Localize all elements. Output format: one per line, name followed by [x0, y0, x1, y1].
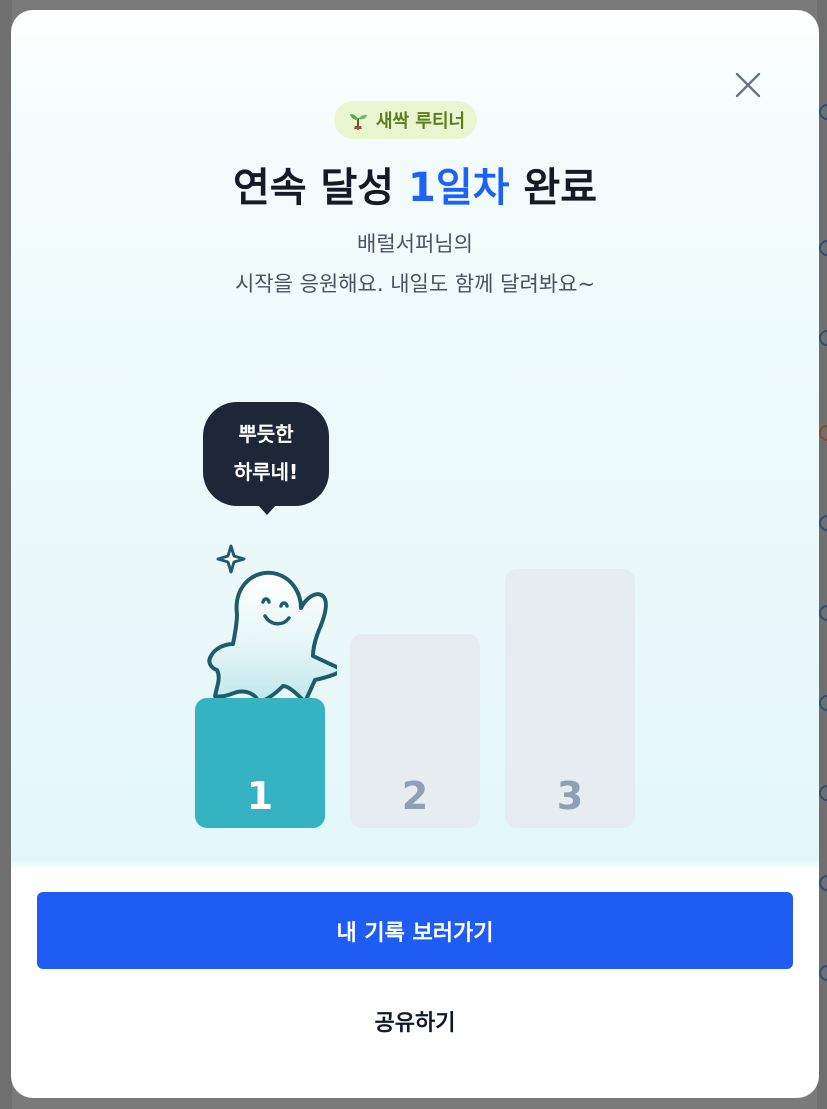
podium-label: 1: [246, 774, 274, 818]
background-indicator: [819, 330, 827, 346]
speech-bubble-line: 하루네!: [233, 460, 299, 484]
podium-bar-day-2: 2: [350, 634, 480, 828]
podium-bar-day-1: 1: [195, 698, 325, 828]
subtitle-line: 배럴서퍼님의: [357, 232, 473, 256]
background-indicator: [819, 605, 827, 621]
background-indicator: [819, 785, 827, 801]
background-indicator: [819, 240, 827, 256]
close-icon: [735, 72, 761, 98]
background-indicator: [819, 425, 827, 441]
ghost-mascot-icon: [207, 544, 337, 704]
podium-label: 2: [401, 774, 429, 818]
title-suffix: 완료: [509, 165, 598, 211]
podium-bar-day-3: 3: [505, 569, 635, 828]
background-indicator: [819, 515, 827, 531]
sprout-icon: [350, 114, 367, 130]
background-indicator: [819, 875, 827, 891]
share-button[interactable]: 공유하기: [315, 995, 515, 1047]
modal-subtitle: 배럴서퍼님의 시작을 응원해요. 내일도 함께 달려봐요~: [11, 224, 819, 304]
modal-title: 연속 달성 1일차 완료: [11, 155, 819, 213]
background-indicator: [819, 104, 827, 120]
view-my-records-button[interactable]: 내 기록 보러가기: [37, 892, 793, 969]
speech-bubble-tail: [257, 504, 277, 515]
speech-bubble-line: 뿌듯한: [238, 422, 294, 446]
subtitle-line: 시작을 응원해요. 내일도 함께 달려봐요~: [234, 272, 596, 296]
streak-complete-modal: 새싹 루티너 연속 달성 1일차 완료 배럴서퍼님의 시작을 응원해요. 내일도…: [11, 10, 819, 1098]
badge-label: 새싹 루티너: [376, 111, 466, 132]
close-button[interactable]: [733, 70, 763, 100]
title-prefix: 연속 달성: [232, 165, 409, 211]
level-badge: 새싹 루티너: [334, 101, 478, 139]
speech-bubble: 뿌듯한 하루네!: [203, 402, 329, 506]
background-indicator: [819, 965, 827, 981]
background-indicator: [819, 695, 827, 711]
title-highlight: 1일차: [408, 165, 510, 211]
podium-label: 3: [556, 774, 584, 818]
